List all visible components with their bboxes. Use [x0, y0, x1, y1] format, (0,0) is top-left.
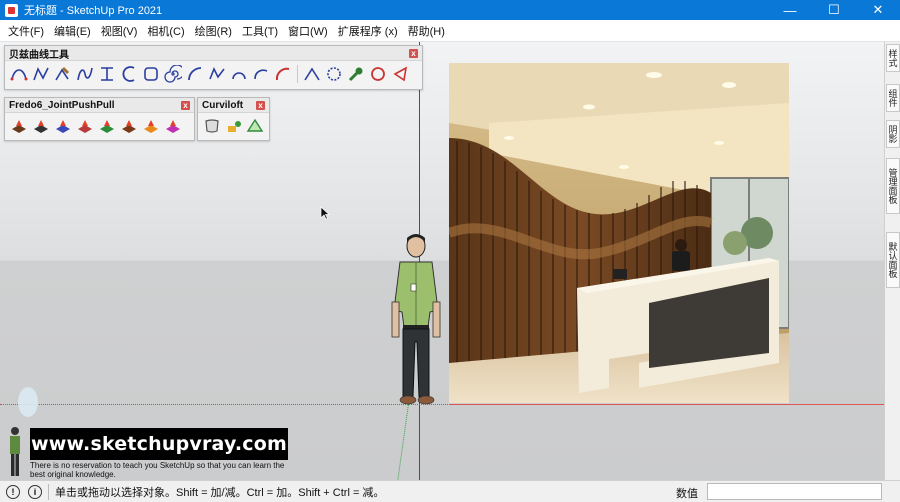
curve-segment-icon[interactable]	[250, 64, 272, 84]
spiral-icon[interactable]	[162, 64, 184, 84]
status-separator	[48, 483, 49, 500]
menu-tools[interactable]: 工具(T)	[237, 23, 283, 39]
curviloft-toolbar: Curviloft x	[197, 97, 270, 141]
toolbar-header[interactable]: 贝兹曲线工具 x	[5, 46, 422, 61]
menu-window[interactable]: 窗口(W)	[283, 23, 333, 39]
edit-curve-icon[interactable]	[52, 64, 74, 84]
tray-tab-styles[interactable]: 样式	[886, 44, 900, 72]
info-icon[interactable]: i	[28, 484, 42, 499]
tray-tab-shadows[interactable]: 阴影	[886, 120, 900, 148]
red-arc-icon[interactable]	[272, 64, 294, 84]
watermark-figure-icon	[10, 427, 20, 476]
toolbar-header[interactable]: Curviloft x	[198, 98, 269, 113]
menu-draw[interactable]: 绘图(R)	[190, 23, 237, 39]
menu-view[interactable]: 视图(V)	[96, 23, 143, 39]
circle-dots-icon[interactable]	[323, 64, 345, 84]
toolbar-close-button[interactable]: x	[181, 100, 190, 110]
measurements-input[interactable]	[707, 483, 882, 500]
arc-curve-icon[interactable]	[118, 64, 140, 84]
status-bar: ! i 单击或拖动以选择对象。Shift = 加/减。Ctrl = 加。Shif…	[0, 480, 900, 502]
zigzag-icon[interactable]	[206, 64, 228, 84]
rounded-rect-icon[interactable]	[140, 64, 162, 84]
tray-tab-default-panel[interactable]: 默认面板	[886, 232, 900, 288]
geo-location-icon[interactable]: !	[6, 484, 20, 499]
half-arc-icon[interactable]	[228, 64, 250, 84]
window-title: 无标题 - SketchUp Pro 2021	[24, 5, 163, 17]
status-message: 单击或拖动以选择对象。Shift = 加/减。Ctrl = 加。Shift + …	[55, 486, 385, 499]
spline-icon[interactable]	[74, 64, 96, 84]
follow-push-pull-icon[interactable]	[96, 116, 118, 136]
vector-push-pull-icon[interactable]	[30, 116, 52, 136]
menu-file[interactable]: 文件(F)	[3, 23, 49, 39]
scale-figure[interactable]	[388, 232, 446, 412]
skin-contours-icon[interactable]	[223, 116, 245, 136]
menu-extensions[interactable]: 扩展程序 (x)	[333, 23, 403, 39]
finish-push-pull-icon[interactable]	[162, 116, 184, 136]
polyline-curve-icon[interactable]	[30, 64, 52, 84]
red-axis	[449, 404, 884, 405]
menu-help[interactable]: 帮助(H)	[403, 23, 450, 39]
title-bar: 无标题 - SketchUp Pro 2021 — ☐ ✕	[0, 0, 900, 20]
tray-tab-components[interactable]: 组件	[886, 84, 900, 112]
bezier-curve-icon[interactable]	[8, 64, 30, 84]
toolbar-title: Curviloft	[202, 99, 244, 111]
s-curve-icon[interactable]	[96, 64, 118, 84]
red-triangle-icon[interactable]	[389, 64, 411, 84]
close-button[interactable]: ✕	[856, 0, 900, 20]
sketchup-app-icon[interactable]	[5, 3, 18, 17]
wrench-icon[interactable]	[345, 64, 367, 84]
window-controls: — ☐ ✕	[768, 0, 900, 20]
menu-edit[interactable]: 编辑(E)	[49, 23, 96, 39]
loft-along-path-icon[interactable]	[244, 116, 266, 136]
measurements-label: 数值	[676, 488, 698, 500]
menu-camera[interactable]: 相机(C)	[142, 23, 189, 39]
arc-icon[interactable]	[184, 64, 206, 84]
mouse-cursor-icon	[320, 206, 330, 220]
minimize-button[interactable]: —	[768, 0, 812, 20]
loft-by-spline-icon[interactable]	[201, 116, 223, 136]
toolbar-close-button[interactable]: x	[256, 100, 265, 110]
extrude-push-pull-icon[interactable]	[74, 116, 96, 136]
reference-photo[interactable]	[449, 63, 789, 403]
maximize-button[interactable]: ☐	[812, 0, 856, 20]
default-tray: 样式 组件 阴影 管理面板 默认面板	[884, 42, 900, 480]
green-axis	[396, 404, 409, 480]
toolbar-separator	[297, 65, 298, 83]
undo-push-pull-icon[interactable]	[118, 116, 140, 136]
line-curve-icon[interactable]	[301, 64, 323, 84]
normal-push-pull-icon[interactable]	[52, 116, 74, 136]
joint-push-pull-icon[interactable]	[8, 116, 30, 136]
toolbar-title: 贝兹曲线工具	[9, 49, 69, 61]
joint-push-pull-toolbar: Fredo6_JointPushPull x	[4, 97, 195, 141]
ghost-oval	[18, 387, 38, 417]
red-circle-icon[interactable]	[367, 64, 389, 84]
tray-tab-manage-panel[interactable]: 管理面板	[886, 158, 900, 214]
reception-scene-image	[449, 63, 789, 403]
watermark-banner: www.sketchupvray.com	[30, 428, 288, 460]
repeat-push-pull-icon[interactable]	[140, 116, 162, 136]
bezier-curves-toolbar: 贝兹曲线工具 x	[4, 45, 423, 90]
menu-bar: 文件(F) 编辑(E) 视图(V) 相机(C) 绘图(R) 工具(T) 窗口(W…	[0, 20, 900, 42]
toolbar-title: Fredo6_JointPushPull	[9, 99, 115, 111]
watermark-caption: There is no reservation to teach you Ske…	[30, 461, 285, 479]
toolbar-close-button[interactable]: x	[409, 48, 418, 58]
toolbar-header[interactable]: Fredo6_JointPushPull x	[5, 98, 194, 113]
